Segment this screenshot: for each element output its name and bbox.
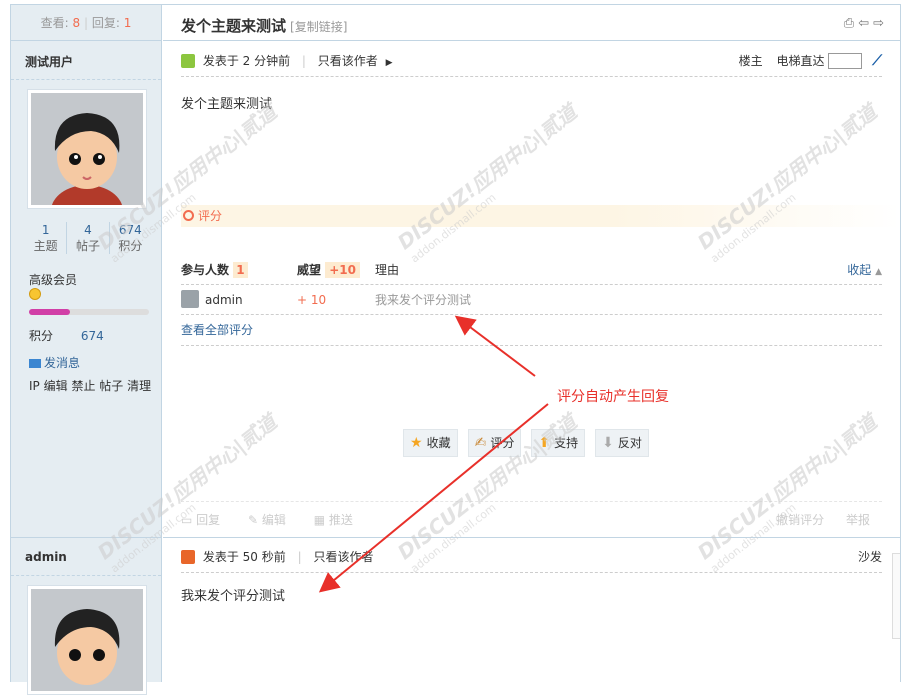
arrow-to-rating [454,315,536,377]
annotation-text: 评分自动产生回复 [557,389,669,405]
arrow-to-reply [318,403,549,593]
annotation-arrows [318,315,549,593]
